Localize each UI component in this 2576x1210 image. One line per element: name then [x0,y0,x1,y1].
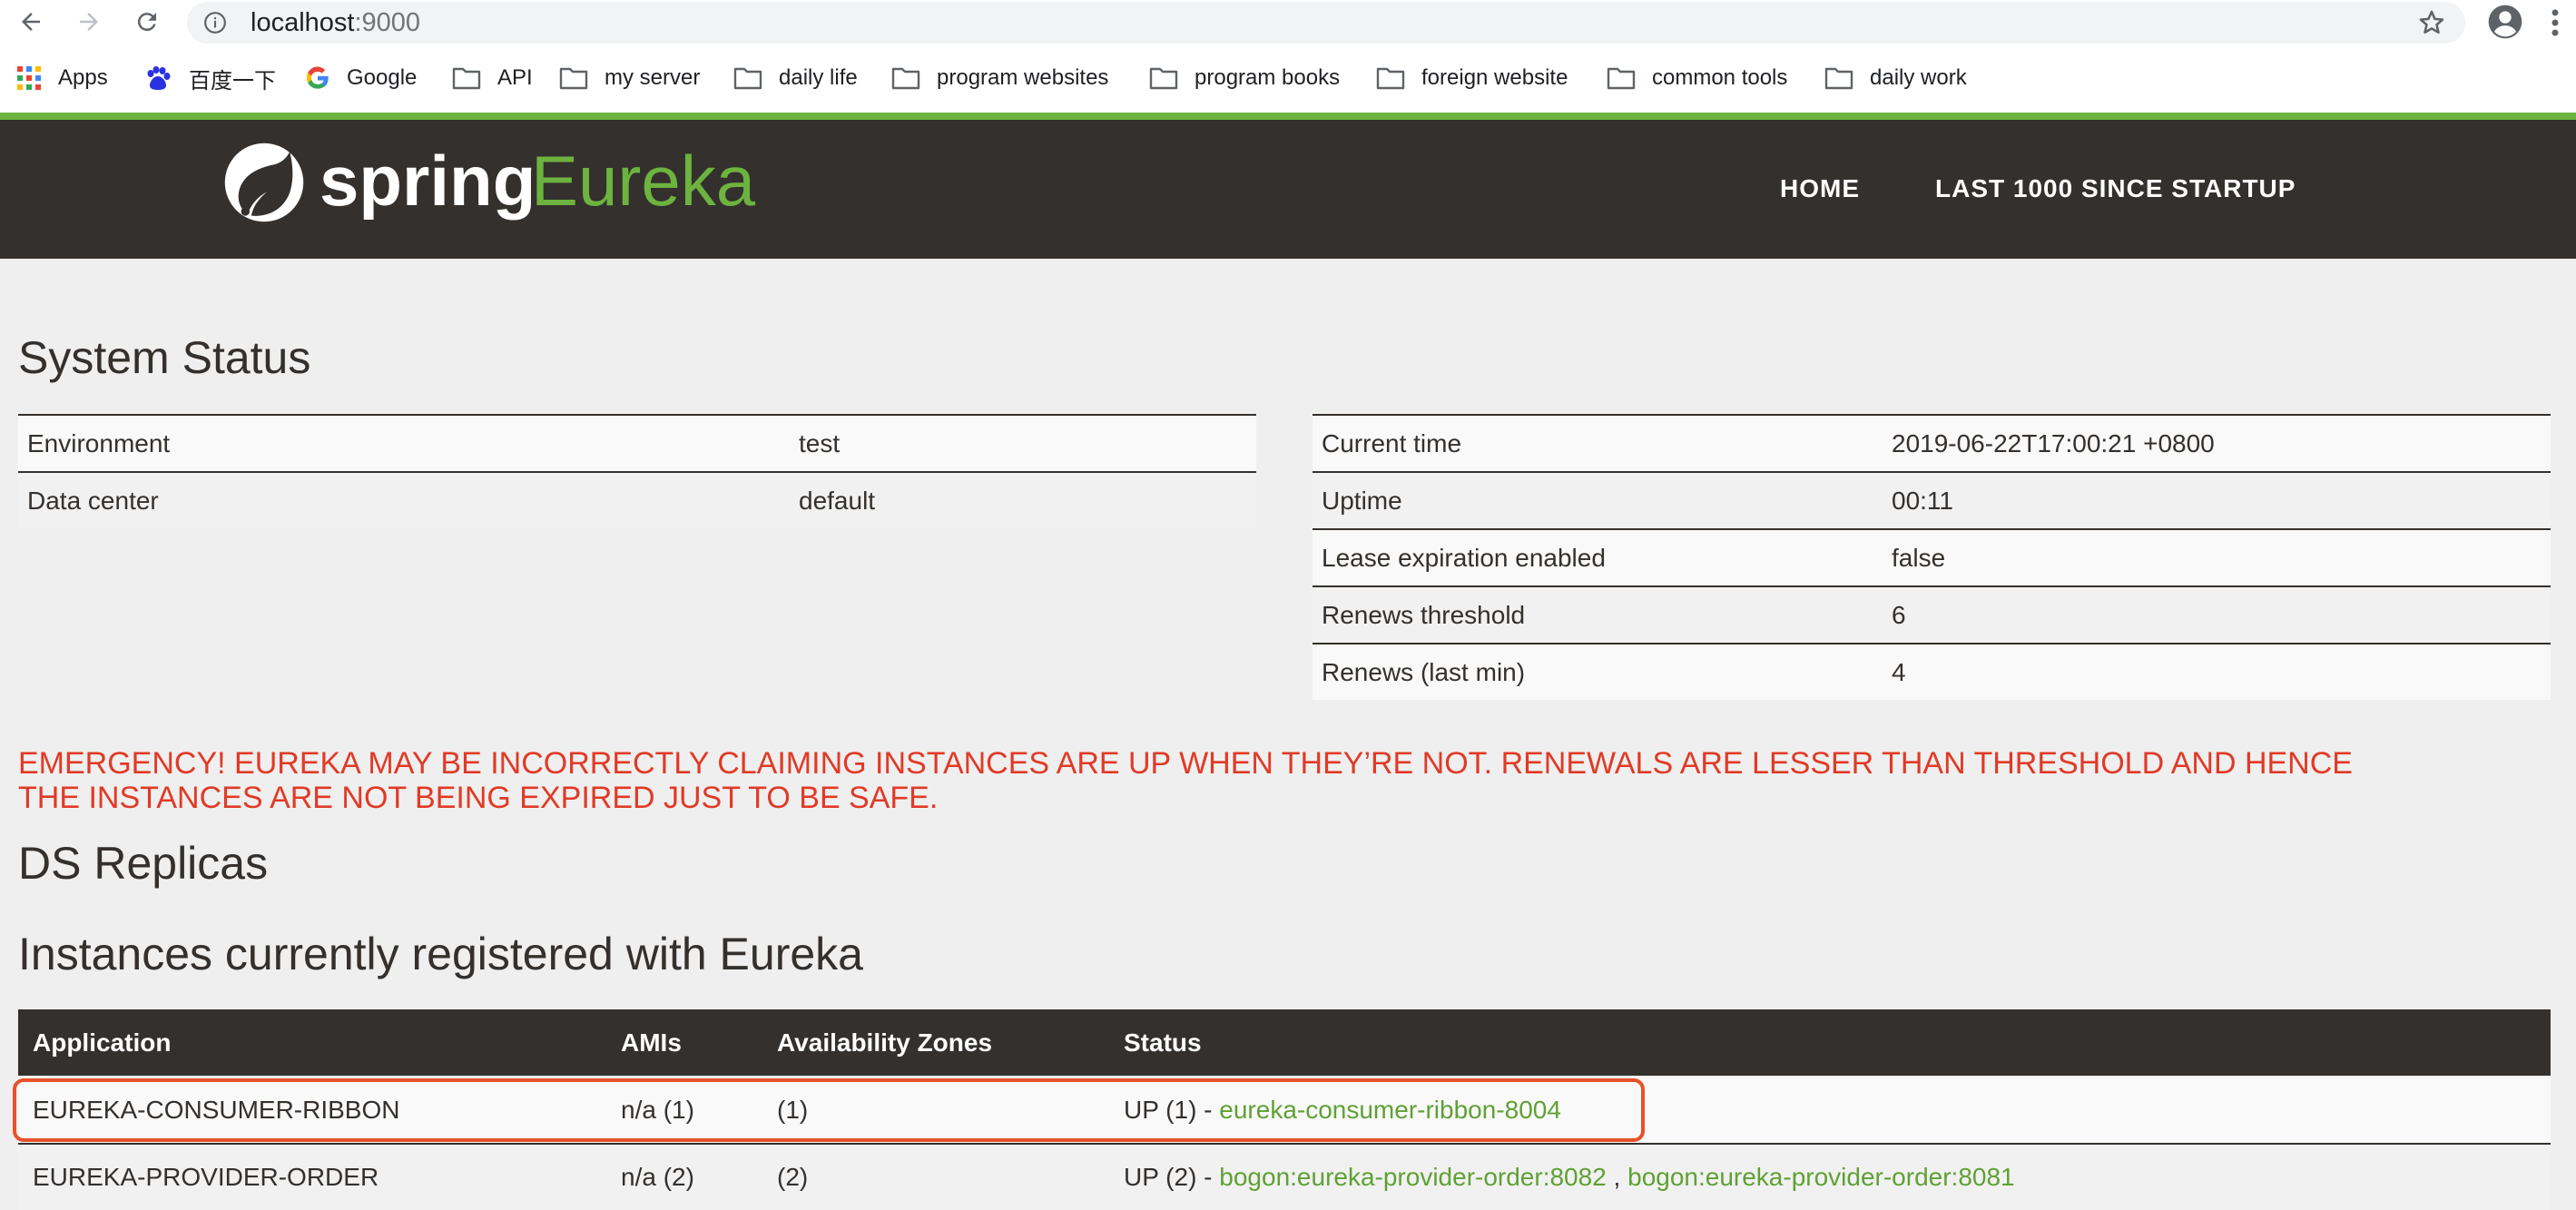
table-row: EUREKA-PROVIDER-ORDER n/a (2) (2) UP (2)… [18,1145,2551,1210]
bookmark-folder-program-books[interactable]: program books [1149,62,1340,94]
status-key: Renews threshold [1313,586,1883,644]
status-value: default [790,472,1256,528]
folder-icon [1824,65,1853,91]
status-row: Renews (last min) 4 [1313,644,2551,700]
instances-heading: Instances currently registered with Eure… [18,929,863,979]
application-name: EUREKA-PROVIDER-ORDER [33,1163,379,1191]
status-value: 2019-06-22T17:00:21 +0800 [1883,414,2551,473]
browser-menu-icon[interactable] [2546,5,2564,40]
status-cell: UP (2) - bogon:eureka-provider-order:808… [1124,1160,2015,1195]
bookmark-folder-daily-life[interactable]: daily life [733,62,858,94]
google-g-icon [305,65,330,91]
logo-eureka-text: Eureka [531,141,756,221]
bookmark-folder-common-tools[interactable]: common tools [1607,62,1787,94]
bookmark-baidu[interactable]: 百度一下 [143,62,276,94]
emergency-line-2: THE INSTANCES ARE NOT BEING EXPIRED JUST… [18,781,939,815]
bookmark-label: 百度一下 [189,68,276,93]
emergency-line-1: EMERGENCY! EUREKA MAY BE INCORRECTLY CLA… [18,746,2353,781]
ds-replicas-heading: DS Replicas [18,838,269,889]
system-status-right-table: Current time 2019-06-22T17:00:21 +0800 U… [1313,414,2551,700]
forward-arrow-icon[interactable] [73,5,105,38]
bookmark-apps[interactable]: Apps [16,62,108,94]
eureka-navbar: spring Eureka HOME LAST 1000 SINCE START… [0,120,2576,259]
bookmark-folder-daily-work[interactable]: daily work [1824,62,1967,94]
bookmark-label: daily work [1870,65,1967,90]
bookmark-label: common tools [1652,65,1788,90]
status-row: Current time 2019-06-22T17:00:21 +0800 [1313,414,2551,473]
folder-icon [452,65,481,91]
status-row: Uptime 00:11 [1313,472,2551,530]
emergency-warning: EMERGENCY! EUREKA MAY BE INCORRECTLY CLA… [18,746,2560,815]
column-header-amis: AMIs [621,1028,682,1057]
column-header-application: Application [33,1028,172,1057]
address-bar[interactable]: localhost:9000 [187,2,2465,44]
bookmark-folder-program-websites[interactable]: program websites [891,62,1108,94]
url-host: localhost [251,8,355,37]
bookmark-folder-api[interactable]: API [452,62,533,94]
bookmark-label: program websites [937,65,1109,90]
zones-cell: (2) [777,1163,809,1191]
system-status-left-table: Environment test Data center default [18,414,1256,528]
bookmark-label: my server [605,65,701,90]
status-row: Data center default [18,472,1256,528]
bookmark-label: program books [1195,65,1341,90]
bookmark-label: Apps [58,65,108,90]
status-key: Uptime [1313,472,1883,530]
url-port: :9000 [354,8,421,37]
status-value: 4 [1883,644,2551,700]
bookmark-star-icon[interactable] [2416,7,2447,38]
nav-last-1000-link[interactable]: LAST 1000 SINCE STARTUP [1935,171,2296,207]
bookmarks-bar: Apps 百度一下 Google API my server daily lif… [0,45,2576,113]
status-row: Renews threshold 6 [1313,586,2551,644]
accent-divider [0,113,2576,120]
url-text[interactable]: localhost:9000 [251,9,420,36]
system-status-heading: System Status [18,332,311,383]
bookmark-label: foreign website [1421,65,1568,90]
folder-icon [1376,65,1405,91]
status-key: Current time [1313,414,1883,473]
status-value: 00:11 [1883,472,2551,530]
profile-avatar-icon[interactable] [2487,4,2523,40]
apps-grid-icon [16,65,42,91]
bookmark-google[interactable]: Google [305,62,417,94]
baidu-paw-icon [143,65,172,91]
row-highlight-annotation [13,1078,1645,1142]
status-prefix: UP (2) - [1124,1163,1220,1191]
status-value: test [790,414,1256,473]
folder-icon [1149,65,1178,91]
instance-link[interactable]: bogon:eureka-provider-order:8081 [1627,1163,2015,1191]
bookmark-folder-my-server[interactable]: my server [559,62,700,94]
folder-icon [559,65,588,91]
status-key: Data center [18,472,790,528]
link-separator: , [1606,1163,1628,1191]
bookmark-label: daily life [779,65,858,90]
column-header-status: Status [1124,1028,1202,1057]
status-row: Environment test [18,414,1256,473]
site-info-icon[interactable] [203,11,227,34]
spring-leaf-logo-icon[interactable] [221,140,307,225]
bookmark-label: API [497,65,533,90]
status-value: 6 [1883,586,2551,644]
amis-cell: n/a (2) [621,1163,694,1191]
reload-icon[interactable] [131,5,163,38]
status-value: false [1883,529,2551,587]
status-row: Lease expiration enabled false [1313,529,2551,587]
instances-table-header: Application AMIs Availability Zones Stat… [18,1009,2551,1076]
status-key: Renews (last min) [1313,644,1883,700]
status-key: Environment [18,414,790,473]
folder-icon [891,65,920,91]
bookmark-label: Google [347,65,418,90]
folder-icon [733,65,762,91]
column-header-zones: Availability Zones [777,1028,993,1057]
bookmark-folder-foreign-website[interactable]: foreign website [1376,62,1568,94]
logo-spring-text: spring [320,141,536,221]
nav-home-link[interactable]: HOME [1780,171,1860,207]
back-arrow-icon[interactable] [15,5,47,38]
instance-link[interactable]: bogon:eureka-provider-order:8082 [1219,1163,1607,1191]
browser-toolbar: localhost:9000 [0,0,2576,45]
folder-icon [1607,65,1636,91]
status-key: Lease expiration enabled [1313,529,1883,587]
